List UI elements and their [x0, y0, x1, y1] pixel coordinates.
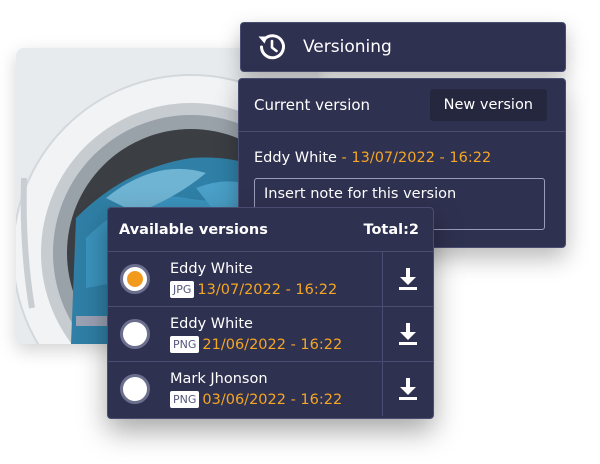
version-author: Mark Jhonson [170, 371, 268, 387]
download-icon [399, 378, 417, 400]
new-version-button[interactable]: New version [429, 89, 547, 121]
version-radio[interactable] [120, 374, 150, 404]
version-date: 13/07/2022 - 16:22 [197, 281, 338, 298]
version-row[interactable]: Mark Jhonson PNG 03/06/2022 - 16:22 [108, 361, 433, 416]
current-author: Eddy White [254, 150, 337, 166]
panel-title: Versioning [303, 37, 392, 57]
version-date: 21/06/2022 - 16:22 [202, 336, 343, 353]
current-date: - 13/07/2022 - 16:22 [336, 150, 492, 166]
versioning-header: Versioning [240, 22, 566, 72]
version-author: Eddy White [170, 316, 253, 332]
version-radio[interactable] [120, 319, 150, 349]
file-type-badge: JPG [170, 281, 195, 298]
versions-total: Total:2 [363, 221, 419, 238]
download-button[interactable] [382, 362, 433, 416]
available-versions-title: Available versions [119, 221, 268, 238]
history-icon [255, 30, 289, 64]
download-icon [399, 268, 417, 290]
version-author: Eddy White [170, 261, 253, 277]
file-type-badge: PNG [170, 391, 200, 408]
version-date: 03/06/2022 - 16:22 [202, 391, 343, 408]
version-row[interactable]: Eddy White PNG 21/06/2022 - 16:22 [108, 306, 433, 361]
download-button[interactable] [382, 307, 433, 361]
available-versions-panel: Available versions Total:2 Eddy White JP… [107, 207, 434, 419]
file-type-badge: PNG [170, 336, 200, 353]
current-version-label: Current version [254, 96, 371, 114]
download-button[interactable] [382, 252, 433, 306]
download-icon [399, 323, 417, 345]
radio-dot [127, 271, 143, 287]
current-version-info: Eddy White - 13/07/2022 - 16:22 [254, 150, 491, 166]
version-row[interactable]: Eddy White JPG 13/07/2022 - 16:22 [108, 251, 433, 306]
version-radio-selected[interactable] [120, 264, 150, 294]
